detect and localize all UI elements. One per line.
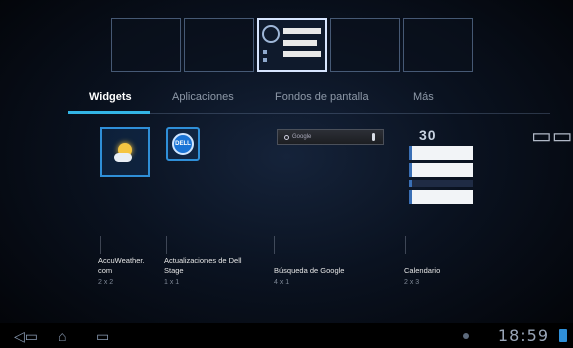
- divider: [405, 236, 406, 254]
- microphone-icon: [372, 133, 375, 141]
- homescreen-panel-current[interactable]: [257, 18, 327, 72]
- dell-icon: DELL: [172, 133, 194, 155]
- widget-size: 1 x 1: [164, 279, 180, 286]
- tab-divider: [150, 113, 550, 114]
- home-icon[interactable]: ⌂: [58, 329, 66, 343]
- tab-widgets[interactable]: Widgets: [89, 91, 132, 103]
- divider: [166, 236, 167, 254]
- tab-selected-indicator: [68, 111, 150, 114]
- next-widget-icon[interactable]: ▭▭: [531, 123, 573, 149]
- weather-icon: [112, 139, 138, 165]
- screen: Widgets Aplicaciones Fondos de pantalla …: [0, 0, 573, 348]
- widget-dell-stage-preview[interactable]: DELL: [166, 127, 200, 161]
- tab-apps[interactable]: Aplicaciones: [172, 91, 234, 103]
- widget-name-cont: com: [98, 266, 113, 275]
- back-icon[interactable]: ◁▭: [14, 329, 38, 343]
- calendar-event-card: [409, 163, 473, 177]
- widget-calendar-label[interactable]: Calendario: [404, 266, 484, 276]
- clock[interactable]: 18:59: [498, 326, 549, 345]
- widget-accuweather-preview[interactable]: [100, 127, 150, 177]
- search-icon: [284, 134, 289, 140]
- widget-name: AccuWeather.: [98, 256, 145, 265]
- widget-size: 2 x 3: [404, 279, 420, 286]
- widget-name-cont: Stage: [164, 266, 184, 275]
- homescreen-panel-1[interactable]: [111, 18, 181, 72]
- battery-icon: [559, 329, 567, 342]
- mini-clock-icon: [262, 25, 280, 43]
- divider: [100, 236, 101, 254]
- widget-google-search-preview[interactable]: Google: [277, 129, 384, 145]
- widget-size: 4 x 1: [274, 279, 290, 286]
- tab-more[interactable]: Más: [413, 91, 434, 103]
- widget-dell-stage-label[interactable]: Actualizaciones de Dell Stage: [164, 256, 264, 276]
- homescreen-panel-4[interactable]: [330, 18, 400, 72]
- search-hint: Google: [292, 134, 312, 140]
- calendar-event-card: [409, 146, 473, 160]
- widget-size: 2 x 2: [98, 279, 114, 286]
- homescreen-panel-5[interactable]: [403, 18, 473, 72]
- mini-widget-bar: [283, 40, 317, 46]
- mini-app-icon: [263, 50, 267, 54]
- widget-calendar-preview[interactable]: 30: [409, 127, 473, 215]
- widget-accuweather-label[interactable]: AccuWeather. com: [98, 256, 164, 276]
- calendar-day: 30: [419, 127, 437, 143]
- tab-wallpapers[interactable]: Fondos de pantalla: [275, 91, 369, 103]
- mini-widget-bar: [283, 51, 321, 57]
- widget-google-search-label[interactable]: Búsqueda de Google: [274, 266, 374, 276]
- calendar-event-card: [409, 180, 473, 187]
- recent-apps-icon[interactable]: ▭: [96, 329, 109, 343]
- mini-widget-bar: [283, 28, 321, 34]
- calendar-event-card: [409, 190, 473, 204]
- homescreen-panels: [111, 18, 473, 72]
- divider: [274, 236, 275, 254]
- homescreen-panel-2[interactable]: [184, 18, 254, 72]
- system-bar: ◁▭ ⌂ ▭ 18:59: [0, 323, 573, 348]
- widget-name: Actualizaciones de Dell: [164, 256, 242, 265]
- mini-app-icon: [263, 58, 267, 62]
- notification-icon[interactable]: [463, 333, 469, 339]
